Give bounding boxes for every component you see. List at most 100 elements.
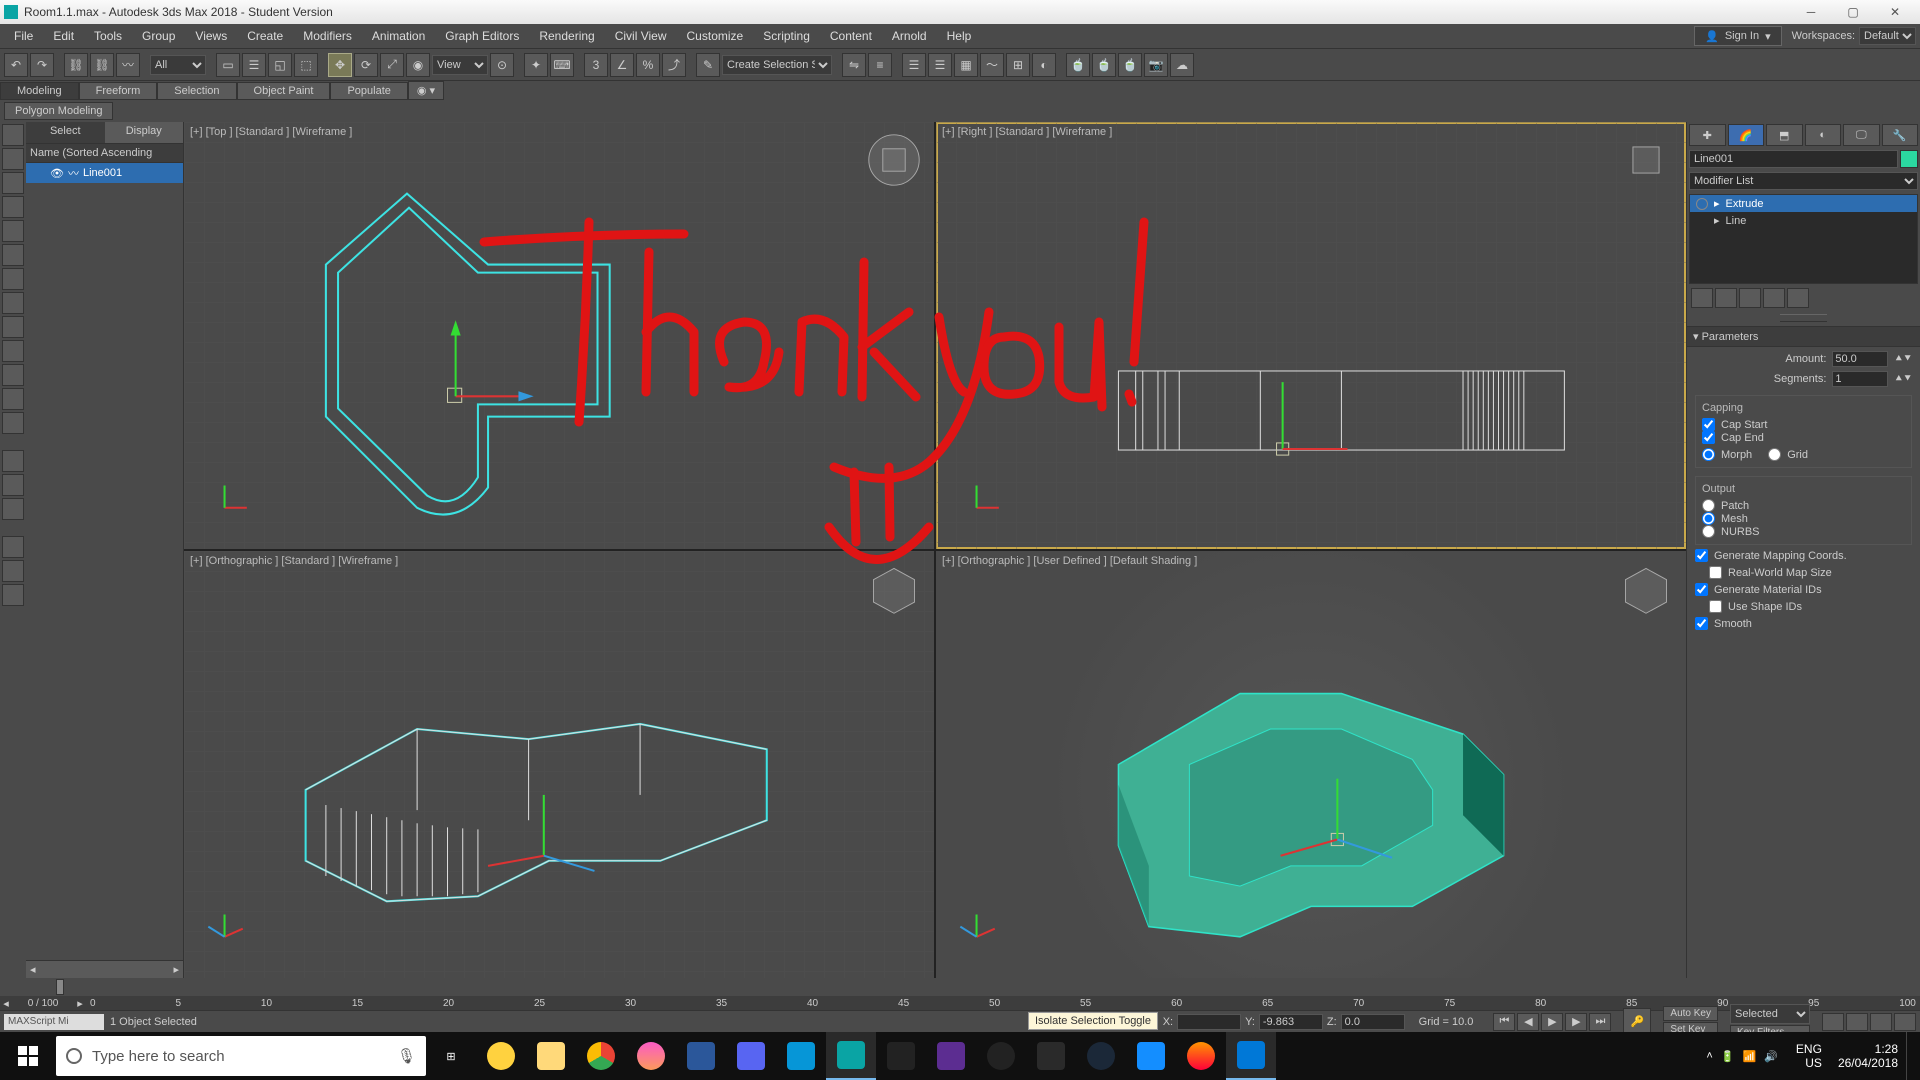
spinner-arrows-icon[interactable]: ⯅⯆: [1894, 373, 1912, 386]
find-button[interactable]: [2, 536, 24, 558]
taskbar-app-epic[interactable]: [1026, 1032, 1076, 1080]
language-indicator[interactable]: ENG US: [1788, 1042, 1830, 1070]
named-sel-set-dropdown[interactable]: Create Selection Se: [722, 55, 832, 75]
amount-spinner[interactable]: [1832, 351, 1888, 367]
taskbar-app-word[interactable]: [676, 1032, 726, 1080]
display-groups-button[interactable]: [2, 292, 24, 314]
schematic-view-button[interactable]: ⊞: [1006, 53, 1030, 77]
modifier-list-dropdown[interactable]: Modifier List: [1689, 172, 1918, 190]
display-xrefs-button[interactable]: [2, 316, 24, 338]
link-button[interactable]: ⛓: [64, 53, 88, 77]
minimize-button[interactable]: ─: [1790, 0, 1832, 24]
gen-mapping-checkbox[interactable]: [1695, 549, 1708, 562]
display-helpers-button[interactable]: [2, 244, 24, 266]
taskbar-app-obs[interactable]: [976, 1032, 1026, 1080]
menu-animation[interactable]: Animation: [362, 26, 435, 46]
ribbon-tab-populate[interactable]: Populate: [330, 82, 407, 100]
zoom-extents-all-button[interactable]: [1894, 1013, 1916, 1031]
show-end-result-button[interactable]: [1715, 288, 1737, 308]
window-crossing-button[interactable]: ⬚: [294, 53, 318, 77]
grid-radio[interactable]: [1768, 448, 1781, 461]
task-view-button[interactable]: ⊞: [426, 1032, 476, 1080]
display-geometry-button[interactable]: [2, 148, 24, 170]
system-tray[interactable]: ˄ 🔋 📶 🔊: [1696, 1050, 1788, 1063]
display-lights-button[interactable]: [2, 196, 24, 218]
maximize-button[interactable]: ▢: [1832, 0, 1874, 24]
scene-item-line001[interactable]: 👁 〰 Line001: [26, 163, 183, 183]
angle-snap-button[interactable]: ∠: [610, 53, 634, 77]
display-spacewarps-button[interactable]: [2, 268, 24, 290]
nurbs-radio[interactable]: [1702, 525, 1715, 538]
make-unique-button[interactable]: [1739, 288, 1761, 308]
taskbar-app-explorer[interactable]: [526, 1032, 576, 1080]
configure-sets-button[interactable]: [1787, 288, 1809, 308]
curve-editor-button[interactable]: 〜: [980, 53, 1004, 77]
time-slider[interactable]: [0, 978, 1920, 996]
taskbar-search[interactable]: Type here to search 🎙: [56, 1036, 426, 1076]
toggle-ribbon-button[interactable]: ▦: [954, 53, 978, 77]
menu-grapheditors[interactable]: Graph Editors: [435, 26, 529, 46]
ribbon-tab-selection[interactable]: Selection: [157, 82, 236, 100]
undo-button[interactable]: ↶: [4, 53, 28, 77]
display-bone-button[interactable]: [2, 340, 24, 362]
zoom-extents-button[interactable]: [1870, 1013, 1892, 1031]
tray-wifi-icon[interactable]: 📶: [1743, 1050, 1757, 1063]
next-frame-button[interactable]: ▶: [1565, 1013, 1587, 1031]
ribbon-panel-polygon[interactable]: Polygon Modeling: [4, 102, 113, 120]
display-shapes-button[interactable]: [2, 172, 24, 194]
spinner-snap-button[interactable]: ⤴: [662, 53, 686, 77]
viewport-ortho-shaded[interactable]: [+] [Orthographic ] [User Defined ] [Def…: [936, 551, 1686, 978]
edit-named-sel-button[interactable]: ✎: [696, 53, 720, 77]
viewport-right[interactable]: [+] [Right ] [Standard ] [Wireframe ]: [936, 122, 1686, 549]
display-frozen-button[interactable]: [2, 388, 24, 410]
menu-edit[interactable]: Edit: [43, 26, 84, 46]
display-all-button[interactable]: [2, 124, 24, 146]
material-editor-button[interactable]: ◐: [1032, 53, 1056, 77]
taskbar-app-norton[interactable]: [476, 1032, 526, 1080]
spinner-arrows-icon[interactable]: ⯅⯆: [1894, 353, 1912, 366]
menu-arnold[interactable]: Arnold: [882, 26, 937, 46]
menu-file[interactable]: File: [4, 26, 43, 46]
menu-create[interactable]: Create: [237, 26, 293, 46]
sign-in-button[interactable]: 👤 Sign In ▾: [1694, 26, 1781, 46]
menu-views[interactable]: Views: [185, 26, 237, 46]
coord-x-input[interactable]: [1177, 1014, 1241, 1030]
zoom-button[interactable]: [1822, 1013, 1844, 1031]
taskbar-app-itunes[interactable]: [626, 1032, 676, 1080]
filter-button[interactable]: [2, 560, 24, 582]
time-slider-handle[interactable]: [56, 979, 64, 995]
snap-toggle-button[interactable]: 3: [584, 53, 608, 77]
cmd-tab-create[interactable]: ✚: [1689, 124, 1726, 146]
toggle-layer-explorer-button[interactable]: ☰: [928, 53, 952, 77]
render-iterative-button[interactable]: 📷: [1144, 53, 1168, 77]
taskbar-clock[interactable]: 1:28 26/04/2018: [1830, 1042, 1906, 1070]
menu-rendering[interactable]: Rendering: [529, 26, 604, 46]
taskbar-app-firefox[interactable]: [1176, 1032, 1226, 1080]
tray-volume-icon[interactable]: 🔊: [1764, 1050, 1778, 1063]
mirror-button[interactable]: ⇋: [842, 53, 866, 77]
menu-customize[interactable]: Customize: [677, 26, 754, 46]
taskbar-app-chrome[interactable]: [576, 1032, 626, 1080]
stack-item-extrude[interactable]: ▸ Extrude: [1690, 195, 1917, 212]
maxscript-listener[interactable]: MAXScript Mi: [4, 1014, 104, 1030]
ref-coord-dropdown[interactable]: View: [432, 55, 488, 75]
pin-stack-button[interactable]: [1691, 288, 1713, 308]
mic-icon[interactable]: 🎙: [397, 1047, 416, 1065]
taskbar-app-autodesk[interactable]: [776, 1032, 826, 1080]
select-region-button[interactable]: ◱: [268, 53, 292, 77]
object-color-swatch[interactable]: [1900, 150, 1918, 168]
select-move-button[interactable]: ✥: [328, 53, 352, 77]
cap-start-checkbox[interactable]: [1702, 418, 1715, 431]
viewport-ortho-wire[interactable]: [+] [Orthographic ] [Standard ] [Wirefra…: [184, 551, 934, 978]
select-scale-button[interactable]: ⤢: [380, 53, 404, 77]
select-place-button[interactable]: ◉: [406, 53, 430, 77]
bind-spacewarp-button[interactable]: 〰: [116, 53, 140, 77]
scene-name-header[interactable]: Name (Sorted Ascending: [26, 144, 183, 163]
menu-modifiers[interactable]: Modifiers: [293, 26, 362, 46]
workspaces-selector[interactable]: Workspaces: Default: [1792, 27, 1916, 45]
key-mode-dropdown[interactable]: Selected: [1730, 1004, 1810, 1024]
menu-content[interactable]: Content: [820, 26, 882, 46]
selection-filter-dropdown[interactable]: All: [150, 55, 206, 75]
coord-y-input[interactable]: [1259, 1014, 1323, 1030]
prev-frame-button[interactable]: ◀: [1517, 1013, 1539, 1031]
